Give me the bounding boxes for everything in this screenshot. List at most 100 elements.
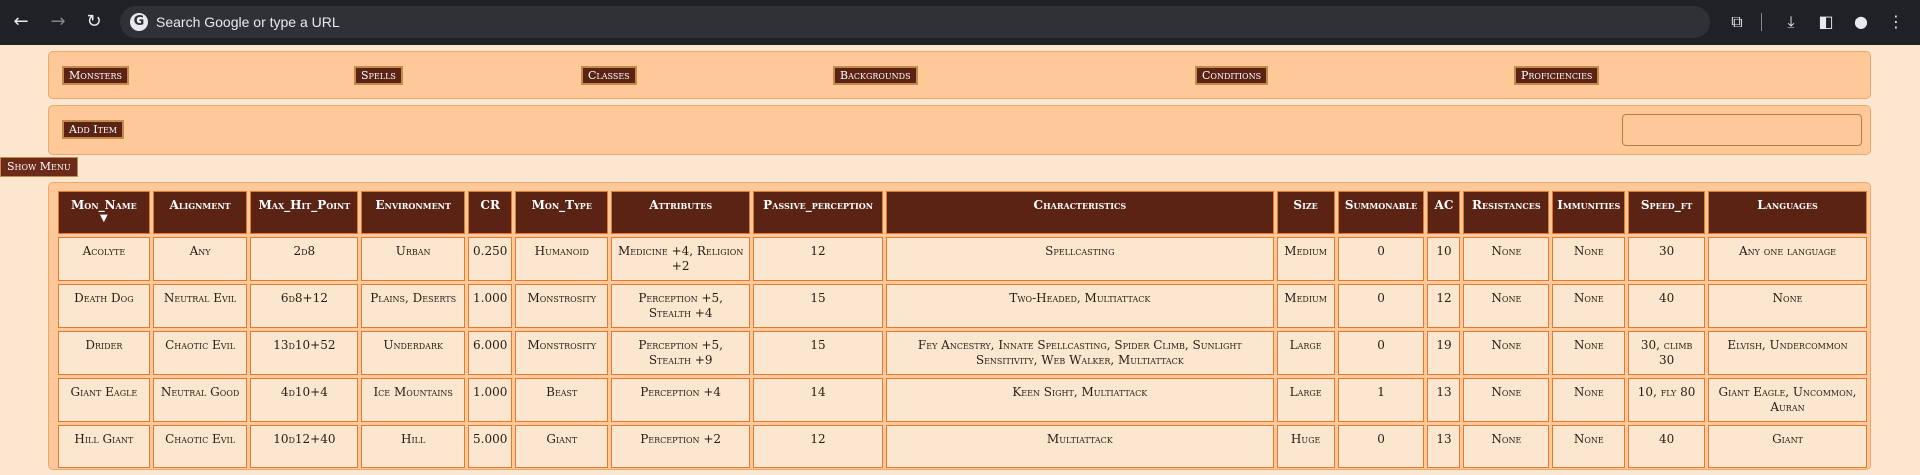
more-menu-icon[interactable]: ⋮ <box>1885 11 1907 33</box>
nav-backgrounds-button[interactable]: Backgrounds <box>833 66 918 85</box>
toolbar-panel: Add Item <box>48 105 1871 155</box>
reload-icon[interactable]: ↻ <box>83 11 105 33</box>
table-cell: Giant <box>1708 425 1867 468</box>
table-cell: Perception +5, Stealth +9 <box>611 331 751 375</box>
table-cell: Medium <box>1276 284 1335 328</box>
table-cell: Keen Sight, Multiattack <box>885 378 1274 422</box>
table-cell: 40 <box>1628 425 1705 468</box>
table-cell: 19 <box>1427 331 1461 375</box>
table-cell: Monstrosity <box>515 284 609 328</box>
table-cell: 0 <box>1337 425 1425 468</box>
table-cell: Acolyte <box>58 237 150 281</box>
table-body: Acolyte Any 2d8 Urban 0.250 Humanoid Medicine … <box>58 237 1867 468</box>
table-cell: 0 <box>1337 237 1425 281</box>
column-header[interactable]: Speed_ft <box>1628 191 1705 234</box>
download-icon[interactable]: ⤓ <box>1780 11 1802 33</box>
extensions-puzzle-icon[interactable]: ⧉ <box>1726 11 1748 33</box>
table-cell: Multiattack <box>885 425 1274 468</box>
nav-spells-button[interactable]: Spells <box>354 66 403 85</box>
column-header[interactable]: Mon_Type <box>515 191 609 234</box>
table-cell: 13d10+52 <box>250 331 359 375</box>
table-cell: 6d8+12 <box>250 284 359 328</box>
column-header[interactable]: Max_Hit_Point <box>250 191 359 234</box>
table-cell: None <box>1463 378 1550 422</box>
table-cell: 14 <box>753 378 883 422</box>
column-header[interactable]: Attributes <box>611 191 751 234</box>
table-cell: None <box>1552 331 1626 375</box>
monster-table-container: Mon_Name ▼ Alignment Max_Hit_Point Enviro… <box>48 182 1871 470</box>
column-header[interactable]: Mon_Name ▼ <box>58 191 150 234</box>
table-row[interactable]: Hill Giant Chaotic Evil 10d12+40 Hill 5.000 G… <box>58 425 1867 468</box>
table-cell: Death Dog <box>58 284 150 328</box>
column-header[interactable]: Size <box>1276 191 1335 234</box>
table-cell: Any one language <box>1708 237 1867 281</box>
table-cell: Beast <box>515 378 609 422</box>
table-cell: 15 <box>753 331 883 375</box>
table-cell: None <box>1463 425 1550 468</box>
address-placeholder: Search Google or type a URL <box>156 14 340 30</box>
table-row[interactable]: Drider Chaotic Evil 13d10+52 Underdark 6.000… <box>58 331 1867 375</box>
profile-avatar-icon[interactable]: ● <box>1850 11 1872 33</box>
nav-monsters-button[interactable]: Monsters <box>62 66 129 85</box>
table-cell: Any <box>152 237 248 281</box>
table-cell: Drider <box>58 331 150 375</box>
table-cell: 30 <box>1628 237 1705 281</box>
table-cell: 1 <box>1337 378 1425 422</box>
table-cell: 12 <box>753 237 883 281</box>
table-cell: Chaotic Evil <box>152 331 248 375</box>
table-cell: Underdark <box>361 331 466 375</box>
table-cell: Ice Mountains <box>361 378 466 422</box>
nav-classes-button[interactable]: Classes <box>581 66 637 85</box>
table-cell: 0.250 <box>468 237 513 281</box>
table-cell: None <box>1552 284 1626 328</box>
table-cell: 5.000 <box>468 425 513 468</box>
column-header[interactable]: Environment <box>361 191 466 234</box>
back-arrow-icon[interactable]: ← <box>10 11 32 33</box>
search-input[interactable] <box>1622 114 1862 146</box>
column-header[interactable]: Characteristics <box>885 191 1274 234</box>
table-cell: Perception +2 <box>611 425 751 468</box>
side-panel-icon[interactable]: ◧ <box>1815 11 1837 33</box>
table-cell: None <box>1463 284 1550 328</box>
table-cell: 0 <box>1337 284 1425 328</box>
column-header[interactable]: Immunities <box>1552 191 1626 234</box>
forward-arrow-icon[interactable]: → <box>47 11 69 33</box>
column-header[interactable]: Alignment <box>152 191 248 234</box>
table-cell: Giant Eagle, Uncommon, Auran <box>1708 378 1867 422</box>
table-cell: Urban <box>361 237 466 281</box>
table-cell: 0 <box>1337 331 1425 375</box>
table-cell: 40 <box>1628 284 1705 328</box>
table-cell: 1.000 <box>468 378 513 422</box>
table-cell: 2d8 <box>250 237 359 281</box>
add-item-button[interactable]: Add Item <box>62 120 124 139</box>
column-header[interactable]: Summonable <box>1337 191 1425 234</box>
table-row[interactable]: Giant Eagle Neutral Good 4d10+4 Ice Mountai… <box>58 378 1867 422</box>
table-cell: 10 <box>1427 237 1461 281</box>
nav-conditions-button[interactable]: Conditions <box>1195 66 1269 85</box>
nav-proficiencies-button[interactable]: Proficiencies <box>1514 66 1600 85</box>
table-cell: 15 <box>753 284 883 328</box>
column-header[interactable]: CR <box>468 191 513 234</box>
table-cell: Hill Giant <box>58 425 150 468</box>
column-header[interactable]: Resistances <box>1463 191 1550 234</box>
column-header[interactable]: Passive_perception <box>753 191 883 234</box>
table-cell: Plains, Deserts <box>361 284 466 328</box>
table-cell: Large <box>1276 378 1335 422</box>
table-cell: None <box>1552 378 1626 422</box>
table-cell: Spellcasting <box>885 237 1274 281</box>
address-bar[interactable]: G Search Google or type a URL <box>120 6 1710 38</box>
table-cell: Large <box>1276 331 1335 375</box>
table-cell: 6.000 <box>468 331 513 375</box>
table-cell: 12 <box>1427 284 1461 328</box>
column-header[interactable]: AC <box>1427 191 1461 234</box>
table-cell: 10d12+40 <box>250 425 359 468</box>
table-cell: 10, fly 80 <box>1628 378 1705 422</box>
table-row[interactable]: Death Dog Neutral Evil 6d8+12 Plains, Deser… <box>58 284 1867 328</box>
table-row[interactable]: Acolyte Any 2d8 Urban 0.250 Humanoid Medicine … <box>58 237 1867 281</box>
show-menu-button[interactable]: Show Menu <box>0 157 78 177</box>
category-nav: Monsters Spells Classes Backgrounds Cond… <box>48 51 1871 99</box>
column-header[interactable]: Languages <box>1708 191 1867 234</box>
table-cell: 13 <box>1427 378 1461 422</box>
table-cell: Elvish, Undercommon <box>1708 331 1867 375</box>
table-cell: Neutral Good <box>152 378 248 422</box>
